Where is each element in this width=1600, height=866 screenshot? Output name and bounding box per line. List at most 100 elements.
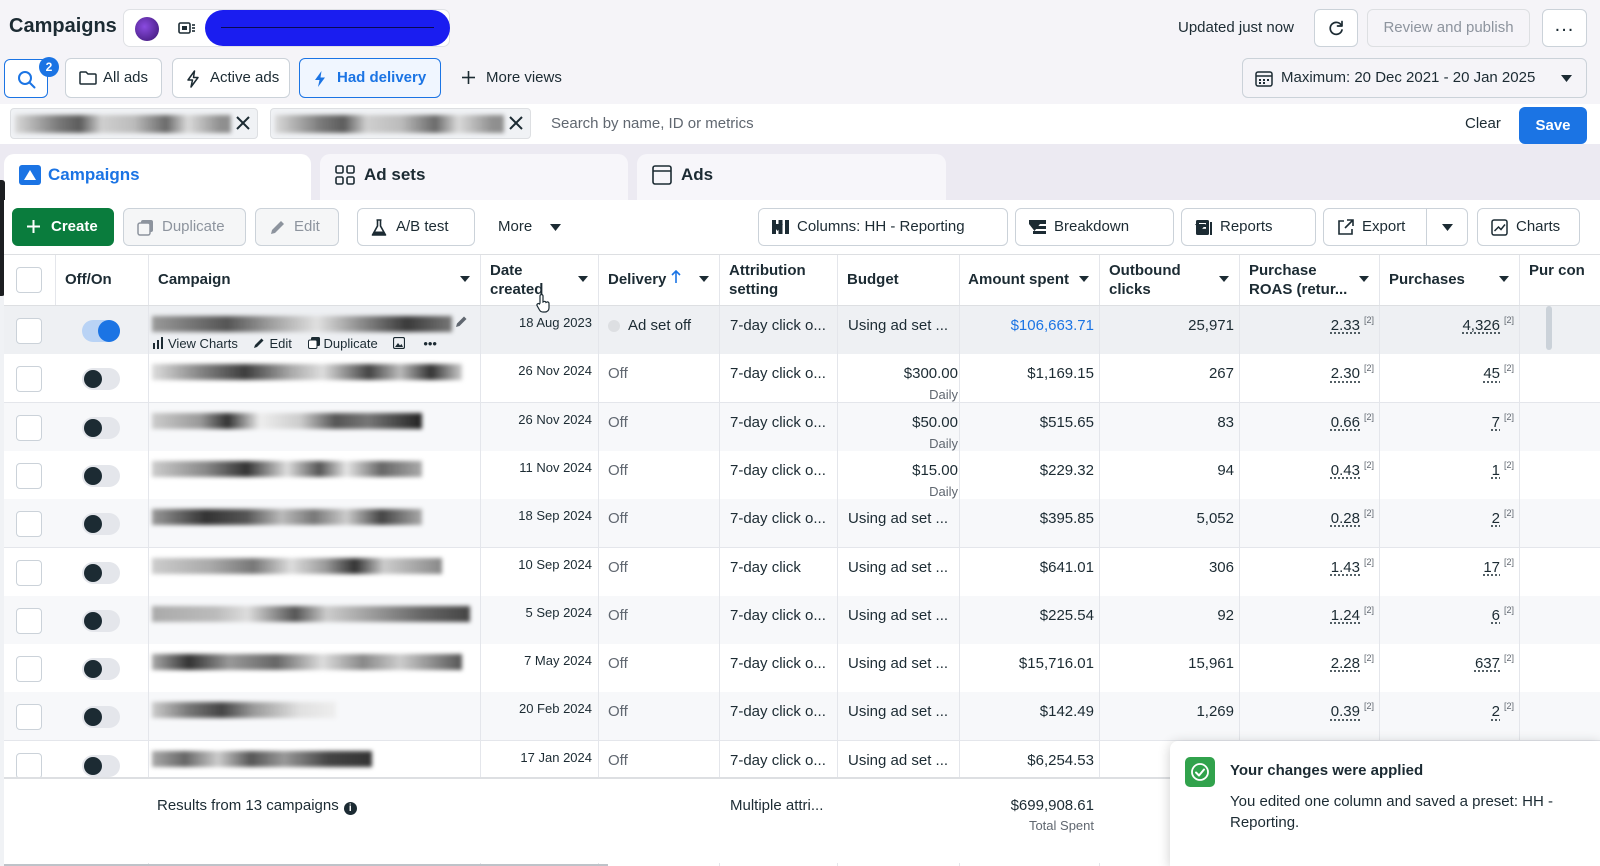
header-purchase-conversion-cut[interactable]: Pur con (1520, 255, 1600, 305)
had-delivery-view[interactable]: Had delivery (299, 58, 441, 98)
purchases-value[interactable]: 2 (1492, 703, 1500, 720)
header-delivery[interactable]: Delivery (599, 255, 720, 305)
campaign-toggle[interactable] (82, 464, 120, 487)
row-edit-link[interactable]: Edit (253, 336, 292, 351)
header-outbound-clicks[interactable]: Outbound clicks (1100, 255, 1240, 305)
ab-test-button[interactable]: A/B test (357, 208, 475, 246)
purchases-value[interactable]: 7 (1492, 414, 1500, 431)
campaign-name-redacted[interactable] (152, 750, 372, 767)
header-attribution[interactable]: Attribution setting (720, 255, 838, 305)
breakdown-dropdown[interactable]: Breakdown (1015, 208, 1174, 246)
row-checkbox[interactable] (16, 752, 42, 779)
purchase-roas-value[interactable]: 2.30 (1331, 365, 1360, 382)
row-checkbox[interactable] (16, 462, 42, 489)
row-checkbox[interactable] (16, 559, 42, 586)
header-budget[interactable]: Budget (838, 255, 960, 305)
header-purchases[interactable]: Purchases (1380, 255, 1520, 305)
info-icon[interactable]: i (343, 802, 357, 815)
table-row[interactable]: 20 Feb 2024 Off 7-day click o... Using a… (4, 692, 1600, 742)
select-all-checkbox[interactable] (16, 267, 42, 293)
table-row[interactable]: 5 Sep 2024 Off 7-day click o... Using ad… (4, 595, 1600, 645)
filter-chip[interactable] (10, 108, 258, 139)
purchases-value[interactable]: 2 (1492, 510, 1500, 527)
campaign-name-redacted[interactable] (152, 557, 442, 574)
row-duplicate-link[interactable]: Duplicate (307, 336, 378, 351)
all-ads-view[interactable]: All ads (65, 58, 162, 98)
save-filters-button[interactable]: Save (1519, 107, 1587, 144)
row-checkbox[interactable] (16, 366, 42, 393)
purchases-value[interactable]: 6 (1492, 607, 1500, 624)
table-row[interactable]: 26 Nov 2024 Off 7-day click o... $50.00 D… (4, 402, 1600, 452)
campaign-toggle[interactable] (82, 658, 120, 681)
chevron-down-icon[interactable] (1219, 276, 1229, 282)
chevron-down-icon[interactable] (460, 276, 470, 282)
search-input[interactable]: Search by name, ID or metrics (551, 115, 754, 132)
purchase-roas-value[interactable]: 0.66 (1331, 414, 1360, 431)
chevron-down-icon[interactable] (1499, 276, 1509, 282)
chevron-down-icon[interactable] (1079, 276, 1089, 282)
close-icon[interactable] (235, 115, 251, 131)
table-row[interactable]: 7 May 2024 Off 7-day click o... Using ad… (4, 644, 1600, 694)
charts-button[interactable]: Charts (1477, 208, 1580, 246)
reports-dropdown[interactable]: Reports (1181, 208, 1316, 246)
row-more-icon[interactable]: ••• (421, 336, 437, 351)
campaign-name-redacted[interactable] (152, 460, 422, 477)
chevron-down-icon[interactable] (1359, 276, 1369, 282)
edit-button[interactable]: Edit (255, 208, 339, 246)
table-row[interactable]: 18 Aug 2023 Ad set off 7-day click o... … (4, 306, 1600, 356)
campaign-toggle[interactable] (82, 368, 120, 391)
tab-campaigns[interactable]: Campaigns (4, 154, 311, 200)
tab-adsets[interactable]: Ad sets (320, 154, 628, 200)
search-button[interactable]: 2 (4, 57, 59, 98)
row-checkbox[interactable] (16, 656, 42, 683)
refresh-button[interactable] (1314, 9, 1358, 47)
campaign-toggle[interactable] (82, 706, 120, 729)
sort-ascending-icon[interactable] (671, 270, 681, 284)
amount-spent-cell[interactable]: $106,663.71 (964, 317, 1094, 334)
account-name-redacted[interactable] (205, 10, 450, 46)
campaign-name-redacted[interactable] (152, 364, 462, 381)
purchase-roas-value[interactable]: 0.39 (1331, 703, 1360, 720)
row-checkbox[interactable] (16, 318, 42, 344)
campaign-toggle[interactable] (82, 320, 120, 342)
campaign-name-redacted[interactable] (152, 605, 470, 622)
purchases-value[interactable]: 637 (1475, 655, 1500, 672)
purchases-value[interactable]: 4,326 (1462, 317, 1500, 334)
campaign-toggle[interactable] (82, 609, 120, 632)
duplicate-button[interactable]: Duplicate (123, 208, 246, 246)
header-purchase-roas[interactable]: Purchase ROAS (retur... (1240, 255, 1380, 305)
more-options-button[interactable]: ... (1542, 9, 1587, 47)
active-ads-view[interactable]: Active ads (172, 58, 290, 98)
date-range-picker[interactable]: Maximum: 20 Dec 2021 - 20 Jan 2025 (1242, 58, 1587, 98)
table-row[interactable]: 18 Sep 2024 Off 7-day click o... Using a… (4, 499, 1600, 549)
create-button[interactable]: Create (12, 208, 114, 246)
header-amount-spent[interactable]: Amount spent (960, 255, 1100, 305)
campaign-toggle[interactable] (82, 754, 120, 777)
campaign-name-redacted[interactable] (152, 316, 452, 332)
campaign-toggle[interactable] (82, 561, 120, 584)
purchases-value[interactable]: 1 (1492, 462, 1500, 479)
row-checkbox[interactable] (16, 511, 42, 538)
export-button[interactable]: Export (1323, 208, 1427, 246)
purchases-value[interactable]: 45 (1483, 365, 1500, 382)
campaign-name-redacted[interactable] (152, 654, 462, 671)
purchase-roas-value[interactable]: 0.28 (1331, 510, 1360, 527)
campaign-name-redacted[interactable] (152, 412, 422, 429)
table-row[interactable]: 10 Sep 2024 Off 7-day click Using ad set… (4, 547, 1600, 597)
vertical-scrollbar[interactable] (1546, 306, 1552, 350)
purchase-roas-value[interactable]: 2.33 (1331, 317, 1360, 334)
more-views-link[interactable]: More views (461, 69, 562, 86)
edit-name-pencil-icon[interactable] (455, 315, 468, 328)
campaign-toggle[interactable] (82, 416, 120, 439)
close-icon[interactable] (508, 115, 524, 131)
campaign-toggle[interactable] (82, 513, 120, 536)
columns-dropdown[interactable]: Columns: HH - Reporting (758, 208, 1008, 246)
header-campaign[interactable]: Campaign (149, 255, 481, 305)
purchase-roas-value[interactable]: 1.24 (1331, 607, 1360, 624)
more-actions-dropdown[interactable]: More (498, 218, 561, 235)
purchase-roas-value[interactable]: 2.28 (1331, 655, 1360, 672)
table-row[interactable]: 11 Nov 2024 Off 7-day click o... $15.00 D… (4, 450, 1600, 500)
row-checkbox[interactable] (16, 704, 42, 731)
campaign-name-redacted[interactable] (152, 702, 336, 719)
filter-chip[interactable] (270, 108, 531, 139)
